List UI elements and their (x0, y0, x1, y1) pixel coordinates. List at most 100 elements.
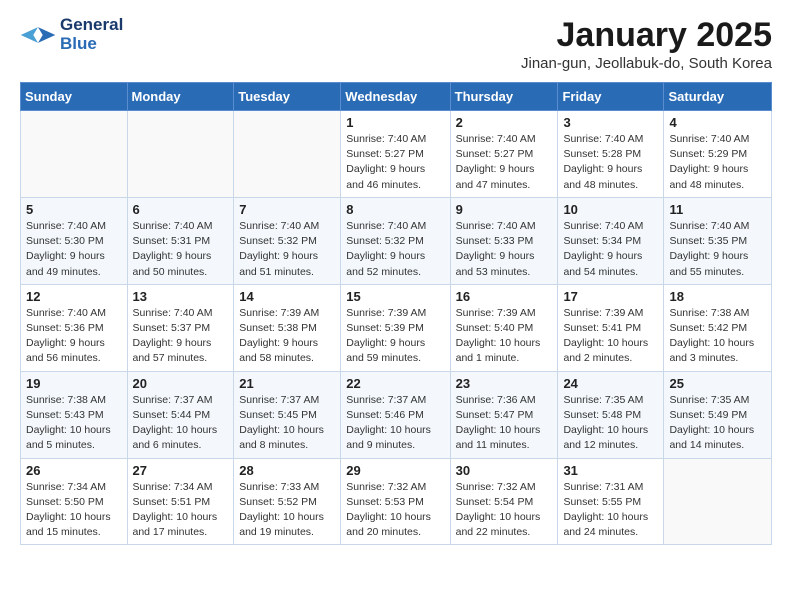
day-number: 9 (456, 202, 553, 217)
logo-blue: Blue (60, 35, 123, 54)
month-title: January 2025 (521, 16, 772, 55)
cell-info: Daylight: 9 hours and 51 minutes. (239, 249, 335, 279)
cell-info: Daylight: 10 hours and 5 minutes. (26, 423, 122, 453)
cell-info: Sunset: 5:50 PM (26, 495, 122, 510)
cell-info: Daylight: 9 hours and 56 minutes. (26, 336, 122, 366)
cell-info: Daylight: 10 hours and 11 minutes. (456, 423, 553, 453)
cell-info: Sunrise: 7:40 AM (669, 219, 766, 234)
calendar-week-row: 26Sunrise: 7:34 AMSunset: 5:50 PMDayligh… (21, 458, 772, 545)
day-number: 23 (456, 376, 553, 391)
cell-info: Sunset: 5:45 PM (239, 408, 335, 423)
cell-info: Daylight: 10 hours and 1 minute. (456, 336, 553, 366)
day-number: 31 (563, 463, 658, 478)
cell-info: Sunrise: 7:35 AM (669, 393, 766, 408)
calendar-week-row: 12Sunrise: 7:40 AMSunset: 5:36 PMDayligh… (21, 284, 772, 371)
cell-info: Daylight: 10 hours and 6 minutes. (133, 423, 229, 453)
calendar-cell: 17Sunrise: 7:39 AMSunset: 5:41 PMDayligh… (558, 284, 664, 371)
cell-info: Sunrise: 7:37 AM (346, 393, 444, 408)
column-header-monday: Monday (127, 83, 234, 111)
cell-info: Daylight: 9 hours and 57 minutes. (133, 336, 229, 366)
calendar-cell: 24Sunrise: 7:35 AMSunset: 5:48 PMDayligh… (558, 371, 664, 458)
calendar-cell: 13Sunrise: 7:40 AMSunset: 5:37 PMDayligh… (127, 284, 234, 371)
day-number: 15 (346, 289, 444, 304)
calendar-cell: 29Sunrise: 7:32 AMSunset: 5:53 PMDayligh… (341, 458, 450, 545)
day-number: 10 (563, 202, 658, 217)
title-block: January 2025 Jinan-gun, Jeollabuk-do, So… (521, 16, 772, 72)
cell-info: Sunset: 5:39 PM (346, 321, 444, 336)
header: General Blue January 2025 Jinan-gun, Jeo… (20, 16, 772, 72)
day-number: 6 (133, 202, 229, 217)
calendar-cell: 15 Sunrise: 7:39 AMSunset: 5:39 PMDayligh… (341, 284, 450, 371)
cell-info: Sunset: 5:37 PM (133, 321, 229, 336)
calendar-cell: 9Sunrise: 7:40 AMSunset: 5:33 PMDaylight… (450, 197, 558, 284)
calendar-cell: 27Sunrise: 7:34 AMSunset: 5:51 PMDayligh… (127, 458, 234, 545)
cell-info: Daylight: 9 hours and 46 minutes. (346, 162, 444, 192)
cell-info: Sunset: 5:29 PM (669, 147, 766, 162)
day-number: 16 (456, 289, 553, 304)
cell-info: Sunrise: 7:40 AM (239, 219, 335, 234)
cell-info: Sunrise: 7:37 AM (239, 393, 335, 408)
cell-info: Daylight: 9 hours and 49 minutes. (26, 249, 122, 279)
calendar-cell: 11Sunrise: 7:40 AMSunset: 5:35 PMDayligh… (664, 197, 772, 284)
logo: General Blue (20, 16, 123, 53)
cell-info: Daylight: 10 hours and 19 minutes. (239, 510, 335, 540)
cell-info: Sunrise: 7:40 AM (669, 132, 766, 147)
day-number: 20 (133, 376, 229, 391)
calendar-cell: 31Sunrise: 7:31 AMSunset: 5:55 PMDayligh… (558, 458, 664, 545)
cell-info: Daylight: 10 hours and 20 minutes. (346, 510, 444, 540)
cell-info: Sunset: 5:42 PM (669, 321, 766, 336)
cell-info: Sunset: 5:47 PM (456, 408, 553, 423)
cell-info: Daylight: 10 hours and 22 minutes. (456, 510, 553, 540)
calendar-cell: 18Sunrise: 7:38 AMSunset: 5:42 PMDayligh… (664, 284, 772, 371)
day-number: 28 (239, 463, 335, 478)
calendar-cell: 14Sunrise: 7:39 AMSunset: 5:38 PMDayligh… (234, 284, 341, 371)
cell-info: Sunrise: 7:39 AM (563, 306, 658, 321)
cell-info: Sunrise: 7:34 AM (26, 480, 122, 495)
cell-info: Daylight: 9 hours and 48 minutes. (563, 162, 658, 192)
cell-info: Sunrise: 7:40 AM (563, 132, 658, 147)
cell-info: Sunrise: 7:39 AM (456, 306, 553, 321)
cell-info: Daylight: 10 hours and 8 minutes. (239, 423, 335, 453)
cell-info: Sunrise: 7:40 AM (456, 219, 553, 234)
calendar-table: SundayMondayTuesdayWednesdayThursdayFrid… (20, 82, 772, 545)
calendar-cell: 6Sunrise: 7:40 AMSunset: 5:31 PMDaylight… (127, 197, 234, 284)
calendar-cell: 19Sunrise: 7:38 AMSunset: 5:43 PMDayligh… (21, 371, 128, 458)
calendar-cell: 12Sunrise: 7:40 AMSunset: 5:36 PMDayligh… (21, 284, 128, 371)
cell-info: Sunrise: 7:40 AM (346, 219, 444, 234)
calendar-cell: 22Sunrise: 7:37 AMSunset: 5:46 PMDayligh… (341, 371, 450, 458)
cell-info: Sunset: 5:30 PM (26, 234, 122, 249)
calendar-cell: 7Sunrise: 7:40 AMSunset: 5:32 PMDaylight… (234, 197, 341, 284)
cell-info: Sunrise: 7:40 AM (26, 306, 122, 321)
day-number: 19 (26, 376, 122, 391)
cell-info: Sunrise: 7:35 AM (563, 393, 658, 408)
calendar-cell: 1Sunrise: 7:40 AMSunset: 5:27 PMDaylight… (341, 111, 450, 198)
calendar-header-row: SundayMondayTuesdayWednesdayThursdayFrid… (21, 83, 772, 111)
cell-info: Daylight: 9 hours and 55 minutes. (669, 249, 766, 279)
calendar-cell: 2Sunrise: 7:40 AMSunset: 5:27 PMDaylight… (450, 111, 558, 198)
cell-info: Sunset: 5:54 PM (456, 495, 553, 510)
cell-info: Sunset: 5:46 PM (346, 408, 444, 423)
column-header-tuesday: Tuesday (234, 83, 341, 111)
cell-info: Daylight: 10 hours and 9 minutes. (346, 423, 444, 453)
cell-info: Daylight: 10 hours and 24 minutes. (563, 510, 658, 540)
day-number: 1 (346, 115, 444, 130)
column-header-sunday: Sunday (21, 83, 128, 111)
day-number: 3 (563, 115, 658, 130)
calendar-cell: 10Sunrise: 7:40 AMSunset: 5:34 PMDayligh… (558, 197, 664, 284)
cell-info: Sunrise: 7:40 AM (456, 132, 553, 147)
calendar-cell: 16Sunrise: 7:39 AMSunset: 5:40 PMDayligh… (450, 284, 558, 371)
cell-info: Sunset: 5:27 PM (346, 147, 444, 162)
cell-info: Daylight: 9 hours and 50 minutes. (133, 249, 229, 279)
cell-info: Sunset: 5:33 PM (456, 234, 553, 249)
calendar-cell: 23Sunrise: 7:36 AMSunset: 5:47 PMDayligh… (450, 371, 558, 458)
cell-info: Daylight: 9 hours and 59 minutes. (346, 336, 444, 366)
day-number: 4 (669, 115, 766, 130)
day-number: 29 (346, 463, 444, 478)
cell-info: Daylight: 10 hours and 12 minutes. (563, 423, 658, 453)
day-number: 8 (346, 202, 444, 217)
cell-info: Daylight: 9 hours and 52 minutes. (346, 249, 444, 279)
day-number: 12 (26, 289, 122, 304)
cell-info: Sunrise: 7:39 AM (346, 306, 444, 321)
cell-info: Sunset: 5:28 PM (563, 147, 658, 162)
column-header-wednesday: Wednesday (341, 83, 450, 111)
